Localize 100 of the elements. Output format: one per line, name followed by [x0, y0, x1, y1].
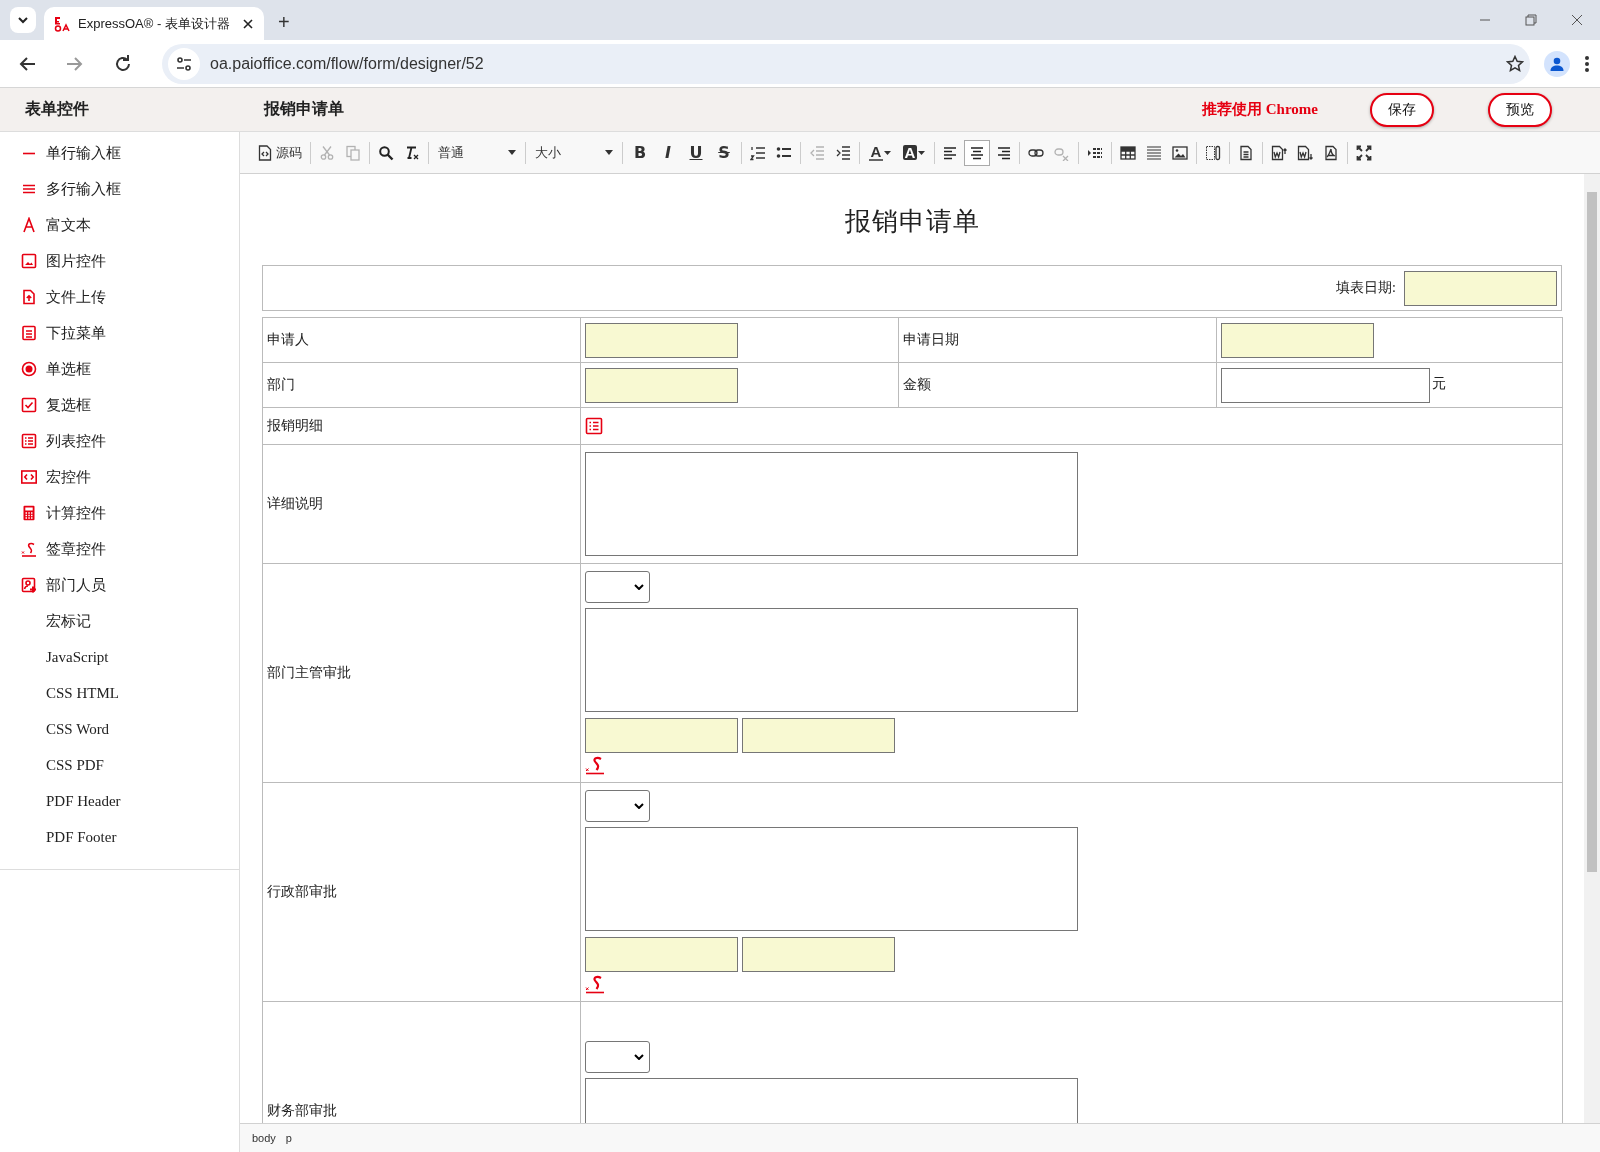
underline-button[interactable]: U	[682, 139, 710, 166]
sidebar-item[interactable]: 复选框	[0, 387, 239, 423]
input-field[interactable]	[742, 937, 895, 972]
sidebar-item[interactable]: PDF Footer	[0, 819, 239, 855]
select-dropdown[interactable]	[585, 571, 650, 603]
sidebar-item[interactable]: 宏控件	[0, 459, 239, 495]
sidebar-item[interactable]: 下拉菜单	[0, 315, 239, 351]
field-label: 填表日期:	[1336, 279, 1396, 297]
input-field[interactable]	[585, 367, 738, 403]
input-field[interactable]	[585, 937, 738, 972]
table-icon	[1120, 144, 1136, 161]
input-field[interactable]	[1404, 270, 1557, 306]
bold-button[interactable]: B	[626, 139, 654, 166]
signature-icon	[585, 755, 605, 775]
input-field[interactable]	[1221, 322, 1374, 358]
save-button[interactable]: 保存	[1370, 92, 1434, 127]
align-center-button[interactable]	[964, 139, 990, 166]
sidebar-item[interactable]: PDF Header	[0, 783, 239, 819]
chevron-down-icon	[17, 14, 29, 26]
strike-button[interactable]: S	[710, 139, 738, 166]
checkbox-icon	[21, 397, 37, 413]
signature-icon	[21, 541, 37, 557]
text-area[interactable]	[585, 452, 1078, 556]
site-settings-icon[interactable]	[175, 54, 193, 73]
caret-icon	[508, 150, 516, 155]
letter-a-icon	[21, 217, 37, 233]
field-label: 申请日期	[898, 317, 1217, 363]
input-field[interactable]	[585, 322, 738, 358]
close-icon[interactable]	[242, 17, 254, 30]
pdf-icon	[1323, 144, 1339, 161]
background-color-button[interactable]: A	[897, 139, 931, 166]
cut-icon	[319, 144, 335, 161]
sidebar-item[interactable]: 计算控件	[0, 495, 239, 531]
field-label: 报销明细	[262, 407, 581, 445]
sidebar-item[interactable]: CSS PDF	[0, 747, 239, 783]
word-export-icon	[1297, 144, 1313, 161]
sidebar-item[interactable]: 列表控件	[0, 423, 239, 459]
new-tab-button[interactable]: +	[272, 11, 296, 34]
sidebar-item[interactable]: 单选框	[0, 351, 239, 387]
star-icon[interactable]	[1506, 54, 1524, 73]
align-center-icon	[969, 144, 985, 161]
select-dropdown[interactable]	[585, 790, 650, 822]
input-field[interactable]	[742, 718, 895, 753]
sidebar-item[interactable]: 富文本	[0, 207, 239, 243]
sidebar-item[interactable]: 单行输入框	[0, 135, 239, 171]
preview-button[interactable]: 预览	[1488, 92, 1552, 127]
document-icon	[1238, 144, 1254, 161]
word-import-icon	[1271, 144, 1287, 161]
field-label: 部门	[262, 362, 581, 408]
copy-icon	[345, 144, 361, 161]
format-dropdown[interactable]: 大小	[529, 140, 619, 165]
logo-icon	[54, 15, 70, 32]
caret-icon	[918, 150, 926, 155]
caret-icon	[884, 150, 892, 155]
text-area[interactable]	[585, 827, 1078, 931]
chevron-down-icon	[634, 803, 644, 809]
page-field-icon	[1205, 144, 1221, 161]
image-icon	[21, 253, 37, 269]
horizontal-lines-icon	[1146, 144, 1162, 161]
radio-icon	[21, 361, 37, 377]
address-bar[interactable]: oa.paioffice.com/flow/form/designer/52	[162, 43, 1530, 84]
list-icon	[21, 433, 37, 449]
tab-title: ExpressOA® - 表单设计器	[78, 14, 231, 33]
field-label: 部门主管审批	[262, 563, 581, 783]
sidebar-item[interactable]: CSS Word	[0, 711, 239, 747]
list-icon[interactable]	[585, 417, 603, 435]
align-right-icon	[995, 144, 1011, 161]
input-field[interactable]	[585, 718, 738, 753]
dropdown-list-icon	[21, 325, 37, 341]
profile-avatar[interactable]	[1544, 50, 1570, 77]
source-button[interactable]: 源码	[253, 139, 307, 166]
signature-icon	[585, 974, 605, 994]
restore-icon[interactable]	[1523, 12, 1539, 28]
align-left-icon	[943, 144, 959, 161]
sidebar-item[interactable]: 图片控件	[0, 243, 239, 279]
minus-icon	[21, 151, 37, 155]
sidebar-item[interactable]: CSS HTML	[0, 675, 239, 711]
italic-button[interactable]: I	[654, 139, 682, 166]
path-element[interactable]: p	[285, 1132, 292, 1144]
input-field[interactable]	[1221, 367, 1430, 403]
chevron-down-icon	[634, 584, 644, 590]
browser-tab[interactable]: ExpressOA® - 表单设计器	[44, 7, 264, 40]
text-area[interactable]	[585, 608, 1078, 712]
scrollbar[interactable]	[1584, 174, 1600, 1123]
more-menu-icon[interactable]	[1584, 54, 1590, 73]
field-label: 金额	[898, 362, 1217, 408]
sidebar-item[interactable]: JavaScript	[0, 639, 239, 675]
scrollbar-thumb[interactable]	[1587, 192, 1597, 872]
fullscreen-icon	[1356, 144, 1372, 161]
select-dropdown[interactable]	[585, 1040, 650, 1073]
format-dropdown[interactable]: 普通	[432, 140, 522, 165]
sidebar-item[interactable]: 部门人员	[0, 567, 239, 603]
sidebar-item[interactable]: 签章控件	[0, 531, 239, 567]
text-color-button[interactable]: A	[863, 139, 897, 166]
sidebar-item[interactable]: 多行输入框	[0, 171, 239, 207]
tab-list-button[interactable]	[10, 7, 36, 33]
sidebar-item[interactable]: 文件上传	[0, 279, 239, 315]
path-element[interactable]: body	[252, 1132, 276, 1144]
sidebar-item[interactable]: 宏标记	[0, 603, 239, 639]
outdent-icon	[809, 144, 825, 161]
